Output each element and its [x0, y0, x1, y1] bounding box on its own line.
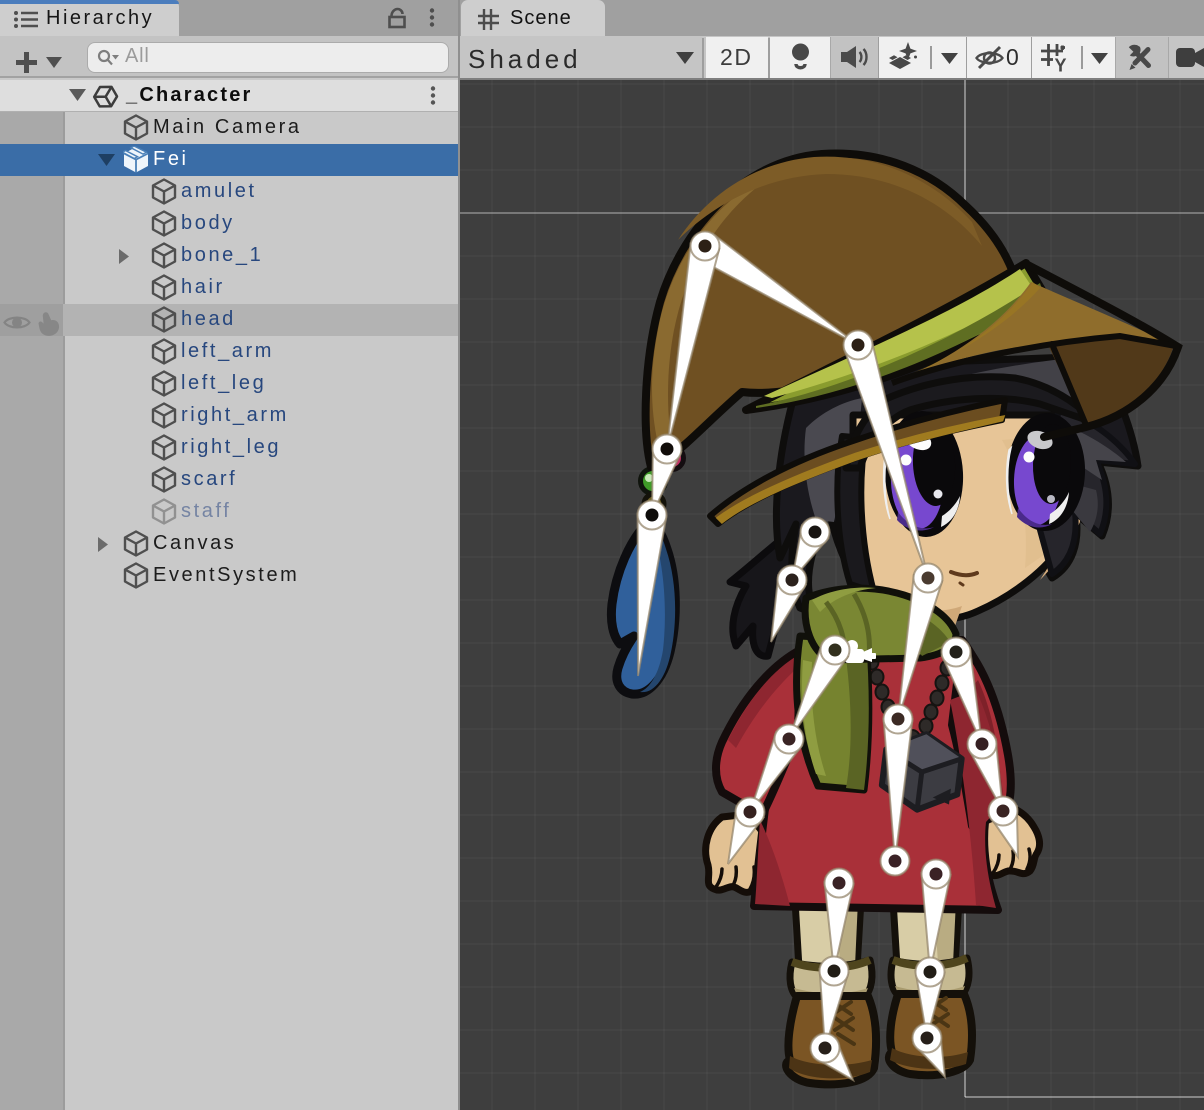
svg-text:Y: Y — [1055, 56, 1067, 73]
